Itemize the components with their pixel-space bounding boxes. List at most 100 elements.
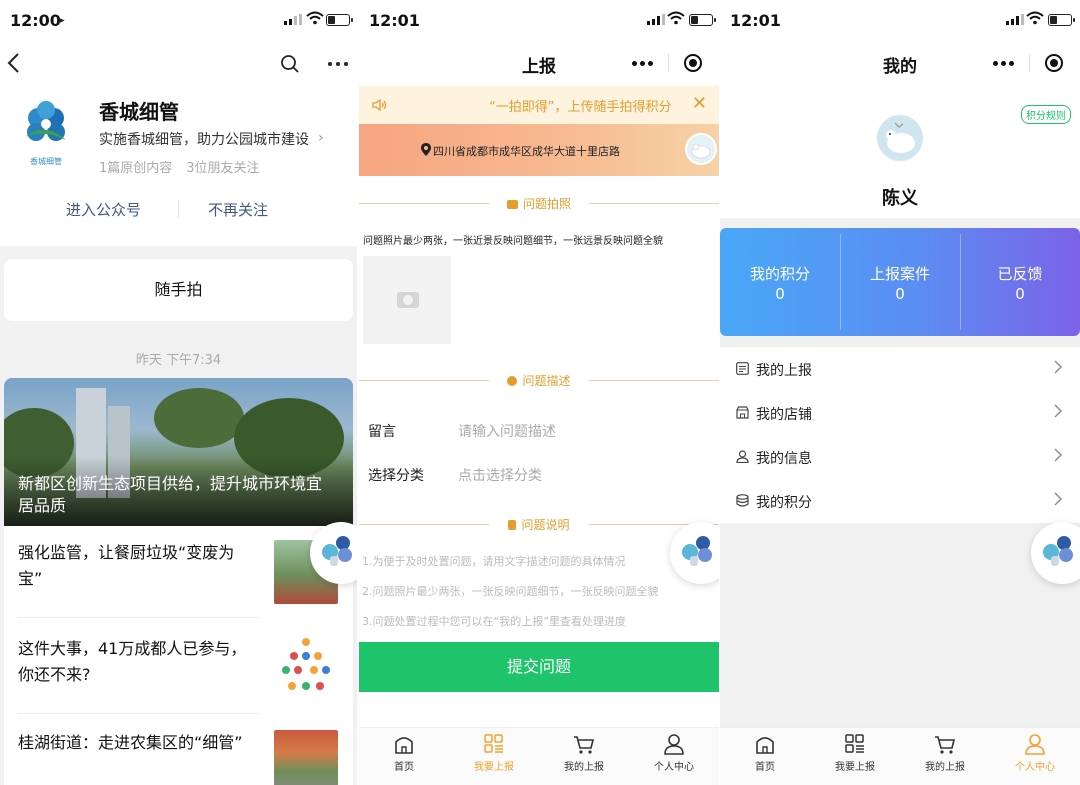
tab-home[interactable]: 首页 (359, 728, 449, 785)
profile-panel: 12:01 我的 积分规则 陈义 我的积分 0 上报案件 0 已反馈 0 我的上… (720, 0, 1080, 785)
menu-item-my-store[interactable]: 我的店铺 (720, 391, 1080, 435)
more-icon[interactable] (328, 62, 348, 66)
grid-list-icon (484, 734, 503, 753)
article-title: 这件大事，41万成都人已参与，你还不来? (18, 639, 247, 684)
back-icon[interactable] (6, 52, 22, 74)
note-line: 1.为便于及时处置问题，请用文字描述问题的具体情况 (362, 555, 626, 568)
stats-card: 我的积分 0 上报案件 0 已反馈 0 (720, 228, 1080, 336)
article-card: 新都区创新生态项目供给，提升城市环境宜居品质 强化监管，让餐厨垃圾“变废为宝” … (4, 378, 353, 785)
cover-article-title: 新都区创新生态项目供给，提升城市环境宜居品质 (18, 474, 323, 515)
tab-profile[interactable]: 个人中心 (629, 728, 719, 785)
stat-label: 上报案件 (869, 265, 930, 283)
note-line: 2.问题照片最少两张，一张反映问题细节，一张反映问题全貌 (362, 585, 659, 598)
chevron-right-icon (1054, 448, 1062, 462)
floating-assistant-button[interactable] (1031, 522, 1080, 584)
cover-article[interactable]: 新都区创新生态项目供给，提升城市环境宜居品质 (4, 378, 353, 526)
document-icon (508, 520, 517, 530)
hibiscus-logo-icon (26, 101, 66, 141)
chevron-right-icon[interactable]: › (318, 130, 324, 146)
signal-icon (647, 14, 665, 25)
article-thumbnail (274, 636, 338, 700)
capsule-divider (1028, 54, 1030, 72)
floating-assistant-button[interactable] (670, 522, 719, 584)
stat-label: 我的积分 (749, 265, 810, 283)
menu-item-my-info[interactable]: 我的信息 (720, 435, 1080, 479)
sheep-avatar-icon (691, 143, 711, 159)
message-field[interactable]: 留言 请输入问题描述 (359, 408, 719, 452)
photo-upload-button[interactable] (363, 256, 451, 344)
list-item[interactable]: 强化监管，让餐厨垃圾“变废为宝” (4, 526, 353, 618)
coins-icon (736, 494, 749, 507)
search-icon[interactable] (280, 54, 300, 74)
menu-item-my-points[interactable]: 我的积分 (720, 479, 1080, 523)
stat-points[interactable]: 我的积分 0 (720, 228, 840, 336)
status-time: 12:01 (369, 11, 420, 30)
stat-value: 0 (1015, 285, 1025, 303)
avatar[interactable] (685, 133, 717, 165)
tab-my-reports[interactable]: 我的上报 (539, 728, 629, 785)
tab-label: 我要上报 (474, 762, 514, 773)
item-divider (18, 713, 261, 714)
mini-program-capsule (986, 48, 1070, 78)
nav-bar: 我的 (720, 40, 1080, 86)
close-target-icon[interactable] (1044, 54, 1063, 72)
tab-profile[interactable]: 个人中心 (990, 728, 1080, 785)
menu-label: 我的信息 (756, 451, 812, 467)
tab-label: 我要上报 (835, 762, 875, 773)
location-bar[interactable]: 四川省成都市成华区成华大道十里店路 (359, 124, 719, 176)
menu-label: 我的店铺 (756, 407, 812, 423)
people-illustration-icon (282, 638, 330, 690)
message-input[interactable]: 请输入问题描述 (458, 421, 556, 441)
follower-count: 3位朋友关注 (186, 161, 260, 176)
status-bar: 12:00 ➤ (0, 0, 357, 40)
profile-card: 积分规则 陈义 (720, 94, 1080, 218)
tab-my-reports[interactable]: 我的上报 (900, 728, 990, 785)
notes-section-header: 问题说明 (359, 514, 719, 534)
list-item[interactable]: 这件大事，41万成都人已参与，你还不来? (4, 622, 353, 714)
photo-hint: 问题照片最少两张，一张近景反映问题细节，一张远景反映问题全貌 (363, 236, 663, 247)
tab-report[interactable]: 我要上报 (810, 728, 900, 785)
tab-bar: 首页 我要上报 我的上报 个人中心 (359, 727, 719, 785)
list-item[interactable]: 桂湖街道：走进农集区的“细管” (4, 716, 353, 785)
tab-bar: 首页 我要上报 我的上报 个人中心 (720, 727, 1080, 785)
speaker-icon (372, 98, 387, 112)
official-account-panel: 12:00 ➤ 香城细管 香城细管 实施香城细管，助力公园城市建设 › 1篇原创… (0, 0, 357, 785)
more-icon[interactable] (993, 60, 1015, 66)
unfollow-button[interactable]: 不再关注 (208, 199, 268, 220)
tab-report[interactable]: 我要上报 (449, 728, 539, 785)
battery-icon (689, 14, 716, 26)
action-divider (178, 200, 179, 218)
more-icon[interactable] (632, 60, 654, 66)
avatar[interactable] (877, 115, 923, 161)
points-rules-button[interactable]: 积分规则 (1021, 105, 1071, 124)
user-icon (1025, 734, 1045, 755)
report-panel: 12:01 上报 “一拍即得”，上传随手拍得积分 ✕ 四川省成都市成华区成华大道… (359, 0, 719, 785)
status-bar: 12:01 (359, 0, 719, 40)
account-logo-text: 香城细管 (30, 157, 62, 166)
stat-feedback[interactable]: 已反馈 0 (960, 228, 1080, 336)
location-pin-icon (421, 143, 431, 156)
submit-button[interactable]: 提交问题 (359, 642, 719, 692)
chevron-right-icon (1054, 360, 1062, 374)
snapshot-menu-button[interactable]: 随手拍 (4, 259, 353, 321)
article-thumbnail (274, 730, 338, 785)
chevron-right-icon (1054, 492, 1062, 506)
note-line: 3.问题处置过程中您可以在“我的上报”里查看处理进度 (362, 615, 626, 628)
category-select[interactable]: 点击选择分类 (458, 465, 542, 485)
close-icon[interactable]: ✕ (692, 93, 707, 114)
capsule-divider (667, 54, 669, 72)
menu-label: 我的积分 (756, 495, 812, 511)
article-title: 桂湖街道：走进农集区的“细管” (18, 733, 243, 752)
category-field[interactable]: 选择分类 点击选择分类 (359, 452, 719, 496)
description-section-title: 问题描述 (522, 374, 571, 388)
enter-account-button[interactable]: 进入公众号 (66, 199, 141, 220)
stat-label: 已反馈 (997, 265, 1043, 283)
tab-home[interactable]: 首页 (720, 728, 810, 785)
message-label: 留言 (368, 424, 396, 440)
notice-bar: “一拍即得”，上传随手拍得积分 ✕ (359, 86, 719, 124)
stat-cases[interactable]: 上报案件 0 (840, 228, 960, 336)
menu-item-my-reports[interactable]: 我的上报 (720, 347, 1080, 391)
nav-bar: 上报 (359, 40, 719, 86)
close-target-icon[interactable] (683, 54, 702, 72)
account-description[interactable]: 实施香城细管，助力公园城市建设 (99, 129, 309, 149)
